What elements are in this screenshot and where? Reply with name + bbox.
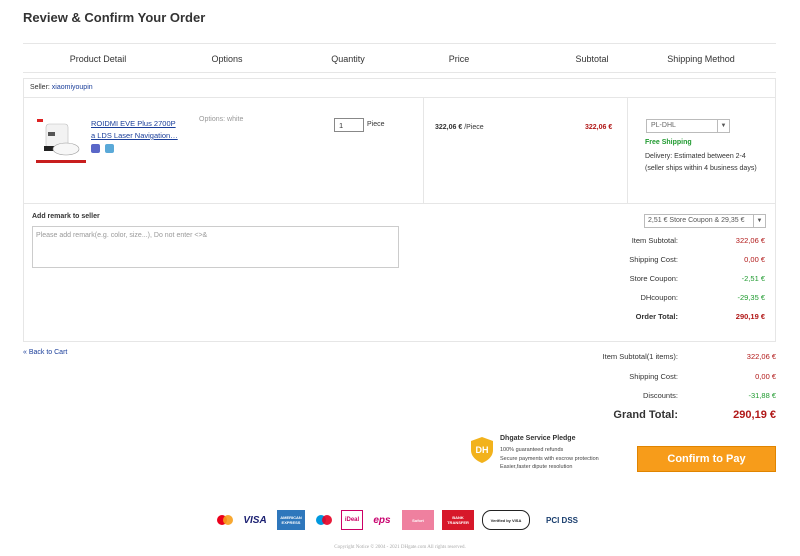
mastercard-logo	[214, 510, 236, 530]
store-coupon-value: -2,51 €	[741, 274, 765, 283]
quantity-input[interactable]	[334, 118, 364, 132]
remark-textarea[interactable]: Please add remark(e.g. color, size...), …	[32, 226, 399, 268]
ideal-logo: iDeal	[341, 510, 363, 530]
seller-label: Seller:	[30, 84, 50, 91]
order-total-label: Order Total:	[635, 312, 678, 321]
product-title-link[interactable]: ROIDMI EVE Plus 2700P a LDS Laser Naviga…	[91, 118, 181, 142]
product-subtotal: 322,06 €	[585, 124, 613, 131]
pledge-line: Secure payments with escrow protection	[500, 456, 599, 462]
free-shipping-label: Free Shipping	[645, 139, 692, 146]
visa-logo: VISA	[243, 514, 267, 526]
col-shipping-method: Shipping Method	[667, 54, 735, 64]
maestro-logo	[313, 510, 335, 530]
col-subtotal: Subtotal	[575, 54, 609, 64]
store-shipping-value: 0,00 €	[744, 255, 765, 264]
pledge-line: Easier,faster dipute resolution	[500, 464, 573, 470]
product-options: Options: white	[199, 116, 244, 123]
copyright-notice: Copyright Notice © 2004 - 2021 DHgate.co…	[334, 545, 466, 550]
pledge-title: Dhgate Service Pledge	[500, 435, 576, 442]
store-shipping-label: Shipping Cost:	[629, 255, 678, 264]
grand-shipping-label: Shipping Cost:	[629, 372, 678, 381]
grand-items-value: 322,06 €	[746, 352, 776, 361]
seller-row: Seller: xiaomiyoupin	[24, 79, 775, 98]
page-title: Review & Confirm Your Order	[23, 10, 206, 25]
pci-dss-logo: PCI DSS	[545, 515, 578, 525]
store-item-subtotal-label: Item Subtotal:	[631, 236, 678, 245]
grand-total-value: 290,19 €	[733, 409, 776, 421]
amex-logo: AMERICAN EXPRESS	[277, 510, 305, 530]
store-item-subtotal-value: 322,06 €	[735, 236, 765, 245]
unit-price: 322,06 € /Piece	[435, 124, 484, 131]
col-quantity: Quantity	[331, 54, 365, 64]
eps-logo: eps	[373, 514, 391, 526]
dhcoupon-label: DHcoupon:	[640, 293, 678, 302]
sofort-logo: Sofort	[402, 510, 434, 530]
grand-total-label: Grand Total:	[613, 409, 678, 421]
shipping-method-value: PL-DHL	[651, 122, 676, 129]
store-coupon-label: Store Coupon:	[629, 274, 678, 283]
confirm-to-pay-button[interactable]: Confirm to Pay	[637, 446, 776, 472]
col-price: Price	[448, 54, 470, 64]
delivery-estimate: Delivery: Estimated between 2-4 (seller …	[645, 153, 757, 172]
shield-badge-icon	[91, 144, 100, 153]
grand-discounts-label: Discounts:	[642, 391, 678, 400]
grand-discounts-value: -31,88 €	[748, 391, 776, 400]
order-store-box: Seller: xiaomiyoupin ROIDMI EVE Plus 270…	[23, 78, 776, 342]
order-total-value: 290,19 €	[735, 312, 765, 321]
dh-pledge-shield-icon: DH	[470, 436, 494, 464]
grand-items-label: Item Subtotal(1 items):	[602, 352, 678, 361]
dhcoupon-value: -29,35 €	[737, 293, 765, 302]
seller-link[interactable]: xiaomiyoupin	[52, 84, 93, 91]
svg-text:DH: DH	[476, 445, 489, 455]
shipping-method-select[interactable]: PL-DHL ▼	[646, 119, 730, 133]
unit-price-value: 322,06 €	[435, 124, 463, 131]
col-product-detail: Product Detail	[69, 54, 127, 64]
coupon-select[interactable]: 2,51 € Store Coupon & 29,35 € ▼	[644, 214, 766, 228]
chevron-down-icon: ▼	[753, 215, 765, 227]
product-row: ROIDMI EVE Plus 2700P a LDS Laser Naviga…	[24, 98, 775, 204]
back-to-cart-link[interactable]: « Back to Cart	[23, 349, 67, 356]
unit-price-suffix: /Piece	[464, 124, 484, 131]
col-options: Options	[211, 54, 243, 64]
coupon-select-value: 2,51 € Store Coupon & 29,35 €	[648, 217, 745, 224]
order-table-header: Product Detail Options Quantity Price Su…	[23, 43, 776, 73]
grand-shipping-value: 0,00 €	[755, 372, 776, 381]
verified-badge-icon	[105, 144, 114, 153]
pledge-line: 100% guaranteed refunds	[500, 447, 564, 453]
chevron-down-icon: ▼	[717, 120, 729, 132]
verified-by-visa-logo: Verified by VISA	[482, 510, 530, 530]
bank-transfer-logo: BANK TRANSFER	[442, 510, 474, 530]
product-thumbnail[interactable]	[36, 118, 86, 166]
remark-label: Add remark to seller	[32, 213, 100, 220]
quantity-unit: Piece	[367, 121, 385, 128]
